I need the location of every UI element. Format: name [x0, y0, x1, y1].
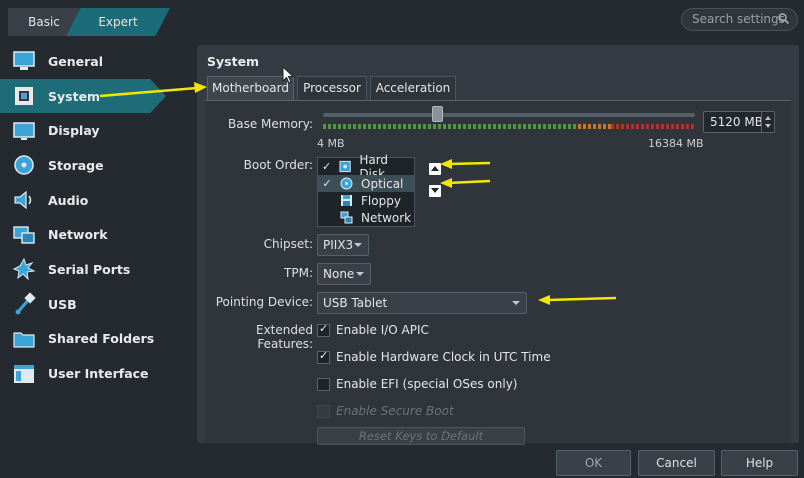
memory-spin-arrows[interactable] — [761, 112, 774, 132]
boot-item-label: Network — [361, 210, 412, 225]
ok-button[interactable]: OK — [556, 450, 631, 476]
boot-item-optical[interactable]: ✓ Optical — [318, 175, 414, 192]
sidebar-item-label: General — [48, 53, 103, 69]
sidebar-item-system[interactable]: System — [0, 78, 166, 114]
reset-keys-label: Reset Keys to Default — [358, 429, 484, 443]
display-icon — [13, 121, 35, 140]
secure-boot-label: Enable Secure Boot — [336, 404, 454, 418]
mouse-cursor-icon — [282, 66, 294, 84]
search-input[interactable]: Search settings — [681, 8, 798, 31]
tab-processor[interactable]: Processor — [297, 76, 367, 100]
boot-check-icon[interactable]: ✓ — [320, 177, 334, 190]
optical-disc-icon — [340, 177, 353, 190]
hard-disk-icon — [339, 160, 351, 173]
boot-item-floppy[interactable]: Floppy — [318, 192, 414, 209]
efi-checkbox[interactable] — [317, 378, 330, 391]
extended-features-label: Extended Features: — [256, 323, 313, 351]
sidebar-item-general[interactable]: General — [0, 44, 190, 79]
pointing-device-combo[interactable]: USB Tablet — [317, 292, 527, 314]
network-icon — [13, 226, 35, 244]
pointing-device-value: USB Tablet — [323, 296, 388, 310]
general-icon — [13, 51, 35, 71]
utc-clock-label: Enable Hardware Clock in UTC Time — [336, 350, 551, 364]
sidebar-item-label: Serial Ports — [48, 261, 131, 277]
base-memory-label: Base Memory: — [227, 117, 313, 131]
move-down-button[interactable] — [429, 185, 441, 197]
sidebar-item-label: Storage — [48, 157, 104, 173]
sidebar-item-serial-ports[interactable]: Serial Ports — [0, 252, 190, 287]
sidebar-item-label: Display — [48, 123, 100, 139]
chipset-combo[interactable]: PIIX3 — [317, 234, 369, 256]
storage-icon — [14, 155, 34, 176]
mode-expert-tab[interactable]: Expert — [66, 8, 170, 36]
memory-max-label: 16384 MB — [648, 137, 704, 150]
sidebar-item-label: Network — [48, 227, 108, 243]
serial-ports-icon — [12, 258, 36, 281]
tpm-combo[interactable]: None — [317, 263, 371, 285]
panel-title: System — [207, 54, 260, 69]
tab-motherboard[interactable]: Motherboard — [207, 76, 294, 100]
pointing-device-label: Pointing Device: — [215, 295, 313, 309]
io-apic-label: Enable I/O APIC — [336, 323, 429, 337]
motherboard-page: Base Memory: 4 MB 16384 MB 5120 MB Boot … — [205, 100, 791, 445]
io-apic-checkbox[interactable] — [317, 322, 330, 337]
search-icon — [778, 13, 789, 24]
arrow-down-icon — [431, 188, 439, 193]
boot-order-list[interactable]: ✓ Hard Disk ✓ Optical Floppy Network — [317, 153, 415, 227]
search-placeholder: Search settings — [692, 12, 785, 26]
spin-down-icon[interactable] — [765, 124, 771, 128]
memory-min-label: 4 MB — [317, 137, 345, 150]
sidebar-item-label: USB — [48, 296, 77, 312]
chevron-down-icon — [354, 243, 362, 247]
sidebar-item-label: Shared Folders — [48, 331, 155, 347]
chipset-label: Chipset: — [263, 237, 313, 251]
boot-order-label: Boot Order: — [243, 158, 313, 172]
memory-spinbox[interactable]: 5120 MB — [703, 111, 775, 133]
sidebar-item-shared-folders[interactable]: Shared Folders — [0, 322, 190, 357]
move-up-button[interactable] — [429, 163, 441, 175]
sidebar-item-label: Audio — [48, 192, 89, 208]
help-button[interactable]: Help — [721, 450, 798, 476]
chevron-down-icon — [356, 272, 364, 276]
boot-item-label: Optical — [361, 176, 404, 191]
memory-slider-handle[interactable] — [432, 106, 443, 122]
secure-boot-checkbox — [317, 405, 330, 418]
tpm-value: None — [323, 267, 355, 281]
user-interface-icon — [14, 364, 34, 383]
chipset-value: PIIX3 — [323, 238, 354, 252]
sidebar-item-label: User Interface — [48, 366, 149, 382]
sidebar-item-usb[interactable]: USB — [0, 287, 190, 322]
mode-switch: Basic Expert — [8, 8, 170, 36]
tab-acceleration[interactable]: Acceleration — [370, 76, 456, 100]
arrow-up-icon — [431, 166, 439, 171]
usb-icon — [15, 292, 36, 315]
chevron-down-icon — [512, 301, 520, 305]
settings-panel: System Motherboard Processor Acceleratio… — [197, 45, 799, 445]
memory-slider-track[interactable] — [323, 113, 695, 117]
reset-keys-button: Reset Keys to Default — [317, 427, 525, 445]
boot-check-icon[interactable]: ✓ — [320, 160, 333, 173]
boot-item-network[interactable]: Network — [318, 209, 414, 226]
audio-icon — [14, 190, 32, 210]
network-boot-icon — [340, 211, 353, 224]
sidebar-item-display[interactable]: Display — [0, 113, 190, 148]
system-icon — [15, 87, 33, 106]
sidebar-item-label: System — [48, 88, 101, 104]
memory-value: 5120 MB — [710, 115, 763, 129]
sidebar-item-storage[interactable]: Storage — [0, 148, 190, 183]
settings-sidebar: General System Display Storage Audio Net… — [0, 44, 190, 391]
memory-scale — [323, 124, 695, 129]
floppy-icon — [341, 195, 352, 206]
boot-item-hard-disk[interactable]: ✓ Hard Disk — [318, 153, 414, 181]
sidebar-item-user-interface[interactable]: User Interface — [0, 356, 190, 391]
utc-clock-checkbox[interactable] — [317, 349, 330, 364]
sidebar-item-audio[interactable]: Audio — [0, 183, 190, 218]
cancel-button[interactable]: Cancel — [638, 450, 715, 476]
shared-folders-icon — [13, 332, 35, 348]
sidebar-item-network[interactable]: Network — [0, 217, 190, 252]
boot-item-label: Floppy — [361, 193, 401, 208]
tpm-label: TPM: — [284, 266, 313, 280]
efi-label: Enable EFI (special OSes only) — [336, 377, 518, 391]
spin-up-icon[interactable] — [765, 116, 771, 120]
